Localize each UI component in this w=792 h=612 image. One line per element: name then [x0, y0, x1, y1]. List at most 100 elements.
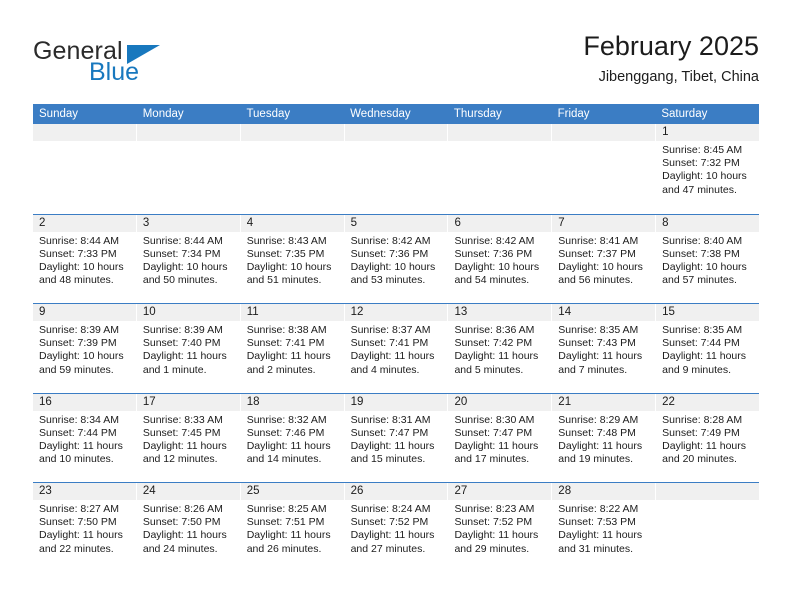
sunrise-text: Sunrise: 8:36 AM [454, 324, 535, 336]
sunrise-text: Sunrise: 8:23 AM [454, 503, 535, 515]
page-title: February 2025 [583, 31, 759, 61]
day-sun-info: Sunrise: 8:40 AM Sunset: 7:38 PM Daylight:… [656, 232, 759, 288]
daylight-text: Daylight: 10 hours and 59 minutes. [39, 350, 124, 376]
sunrise-text: Sunrise: 8:24 AM [350, 503, 431, 515]
calendar-day-cell[interactable]: 21 Sunrise: 8:29 AM Sunset: 7:48 PM Dayligh… [552, 393, 657, 482]
day-number: 25 [246, 485, 260, 497]
day-number: 17 [142, 395, 156, 408]
day-number-band: 24 [136, 483, 240, 500]
daylight-text: Daylight: 11 hours and 1 minute. [142, 350, 227, 376]
daylight-text: Daylight: 10 hours and 53 minutes. [350, 260, 436, 287]
day-number: 10 [142, 306, 156, 318]
sunrise-text: Sunrise: 8:35 AM [662, 324, 743, 336]
day-number: 13 [454, 306, 468, 318]
calendar-day-cell[interactable]: 13 Sunrise: 8:36 AM Sunset: 7:42 PM Dayligh… [448, 304, 553, 393]
day-number-band: 26 [344, 483, 448, 500]
day-number-band [33, 124, 136, 141]
day-sun-info: Sunrise: 8:43 AM Sunset: 7:35 PM Daylight:… [241, 232, 344, 288]
day-sun-info: Sunrise: 8:35 AM Sunset: 7:44 PM Daylight:… [656, 321, 759, 377]
sunset-text: Sunset: 7:43 PM [558, 337, 636, 350]
daylight-text: Daylight: 10 hours and 48 minutes. [39, 260, 124, 287]
weekday-header-wednesday: Wednesday [350, 108, 411, 120]
sunrise-text: Sunrise: 8:33 AM [142, 413, 223, 426]
calendar-day-cell[interactable]: 14 Sunrise: 8:35 AM Sunset: 7:43 PM Dayligh… [552, 304, 657, 393]
calendar-day-cell[interactable]: 23 Sunrise: 8:27 AM Sunset: 7:50 PM Dayligh… [33, 483, 137, 572]
calendar-day-cell[interactable]: 22 Sunrise: 8:28 AM Sunset: 7:49 PM Dayligh… [656, 393, 760, 482]
calendar-day-cell[interactable]: 17 Sunrise: 8:33 AM Sunset: 7:45 PM Dayligh… [136, 393, 241, 482]
sunset-text: Sunset: 7:32 PM [662, 157, 740, 170]
calendar-day-cell[interactable]: 16 Sunrise: 8:34 AM Sunset: 7:44 PM Dayligh… [33, 393, 137, 482]
day-number-band: 17 [136, 393, 240, 411]
calendar-day-cell[interactable]: 18 Sunrise: 8:32 AM Sunset: 7:46 PM Dayligh… [240, 393, 345, 482]
calendar-day-cell[interactable]: 25 Sunrise: 8:25 AM Sunset: 7:51 PM Dayligh… [240, 483, 345, 572]
calendar-day-cell[interactable]: 4 Sunrise: 8:43 AM Sunset: 7:35 PM Daylight… [240, 214, 345, 303]
calendar-day-cell[interactable]: 5 Sunrise: 8:42 AM Sunset: 7:36 PM Daylight… [344, 214, 449, 303]
sunrise-text: Sunrise: 8:44 AM [142, 234, 223, 247]
daylight-text: Daylight: 11 hours and 24 minutes. [142, 529, 227, 555]
sunrise-text: Sunrise: 8:26 AM [142, 503, 223, 515]
day-sun-info: Sunrise: 8:31 AM Sunset: 7:47 PM Daylight:… [345, 411, 448, 467]
sunrise-text: Sunrise: 8:42 AM [350, 234, 431, 247]
calendar-week-row: 2 Sunrise: 8:44 AM Sunset: 7:33 PM Daylight… [33, 213, 760, 303]
day-number-band [448, 124, 552, 141]
weekday-header-monday: Monday [142, 108, 184, 120]
calendar-day-cell[interactable]: 28 Sunrise: 8:22 AM Sunset: 7:53 PM Dayligh… [552, 483, 657, 572]
calendar-day-cell[interactable]: 20 Sunrise: 8:30 AM Sunset: 7:47 PM Dayligh… [448, 393, 553, 482]
calendar-day-cell[interactable]: 11 Sunrise: 8:38 AM Sunset: 7:41 PM Dayligh… [240, 304, 345, 393]
calendar-week-row: 23 Sunrise: 8:27 AM Sunset: 7:50 PM Dayligh… [33, 482, 760, 572]
calendar-day-cell[interactable]: 10 Sunrise: 8:39 AM Sunset: 7:40 PM Dayligh… [136, 304, 241, 393]
day-number: 15 [662, 306, 675, 318]
calendar-day-cell[interactable]: 24 Sunrise: 8:26 AM Sunset: 7:50 PM Dayligh… [136, 483, 241, 572]
calendar-day-cell[interactable]: 3 Sunrise: 8:44 AM Sunset: 7:34 PM Daylight… [136, 214, 241, 303]
day-sun-info: Sunrise: 8:23 AM Sunset: 7:52 PM Daylight:… [448, 500, 551, 556]
calendar-day-cell[interactable]: 26 Sunrise: 8:24 AM Sunset: 7:52 PM Dayligh… [344, 483, 449, 572]
day-number-band: 4 [240, 214, 344, 232]
day-number: 3 [142, 216, 150, 229]
calendar-day-cell[interactable]: 6 Sunrise: 8:42 AM Sunset: 7:36 PM Daylight… [448, 214, 553, 303]
day-sun-info: Sunrise: 8:42 AM Sunset: 7:36 PM Daylight:… [345, 232, 448, 288]
sunset-text: Sunset: 7:49 PM [662, 426, 740, 439]
weekday-header-sunday: Sunday [39, 108, 79, 120]
calendar-day-cell[interactable]: 27 Sunrise: 8:23 AM Sunset: 7:52 PM Dayligh… [448, 483, 553, 572]
calendar-week-row: 9 Sunrise: 8:39 AM Sunset: 7:39 PM Daylight… [33, 303, 760, 393]
day-number: 24 [142, 485, 156, 497]
calendar-day-cell[interactable]: 12 Sunrise: 8:37 AM Sunset: 7:41 PM Dayligh… [344, 304, 449, 393]
day-sun-info: Sunrise: 8:32 AM Sunset: 7:46 PM Daylight:… [241, 411, 344, 467]
sunrise-text: Sunrise: 8:39 AM [142, 324, 223, 336]
day-number-band: 27 [448, 483, 552, 500]
calendar-week-row: 1 Sunrise: 8:45 AM Sunset: 7:32 PM Daylight… [33, 124, 760, 214]
daylight-text: Daylight: 11 hours and 31 minutes. [558, 529, 643, 555]
day-number: 9 [39, 306, 46, 318]
day-number: 16 [39, 395, 52, 408]
day-number: 11 [246, 306, 259, 318]
calendar-day-cell[interactable]: 15 Sunrise: 8:35 AM Sunset: 7:44 PM Dayligh… [656, 304, 760, 393]
sunset-text: Sunset: 7:44 PM [39, 426, 117, 439]
calendar-day-cell[interactable]: 19 Sunrise: 8:31 AM Sunset: 7:47 PM Dayligh… [344, 393, 449, 482]
sunset-text: Sunset: 7:52 PM [350, 516, 429, 529]
day-number: 1 [662, 126, 669, 138]
sunrise-text: Sunrise: 8:29 AM [558, 413, 639, 426]
day-number-band: 1 [656, 124, 760, 141]
day-number: 21 [558, 395, 572, 408]
sunset-text: Sunset: 7:45 PM [142, 426, 221, 439]
day-number-band: 13 [448, 304, 552, 321]
day-number-band: 7 [552, 214, 656, 232]
daylight-text: Daylight: 11 hours and 14 minutes. [246, 439, 331, 466]
calendar-day-cell[interactable]: 2 Sunrise: 8:44 AM Sunset: 7:33 PM Daylight… [33, 214, 137, 303]
general-blue-logo: General Blue [33, 38, 203, 94]
calendar-day-cell[interactable]: 8 Sunrise: 8:40 AM Sunset: 7:38 PM Daylight… [656, 214, 760, 303]
day-number-band: 15 [656, 304, 760, 321]
sunrise-text: Sunrise: 8:34 AM [39, 413, 119, 426]
daylight-text: Daylight: 11 hours and 7 minutes. [558, 350, 643, 376]
sunrise-text: Sunrise: 8:44 AM [39, 234, 119, 247]
day-number: 14 [558, 306, 572, 318]
day-number: 12 [350, 306, 364, 318]
calendar-day-cell[interactable]: 7 Sunrise: 8:41 AM Sunset: 7:37 PM Daylight… [552, 214, 657, 303]
day-sun-info: Sunrise: 8:34 AM Sunset: 7:44 PM Daylight:… [33, 411, 136, 467]
sunrise-text: Sunrise: 8:25 AM [246, 503, 327, 515]
calendar-day-cell-empty [344, 124, 449, 214]
calendar-day-cell[interactable]: 9 Sunrise: 8:39 AM Sunset: 7:39 PM Daylight… [33, 304, 137, 393]
calendar-day-cell-empty [656, 483, 760, 572]
calendar-grid: Sunday Monday Tuesday Wednesday Thursday Frid… [33, 104, 760, 572]
calendar-day-cell[interactable]: 1 Sunrise: 8:45 AM Sunset: 7:32 PM Daylight… [656, 124, 760, 214]
